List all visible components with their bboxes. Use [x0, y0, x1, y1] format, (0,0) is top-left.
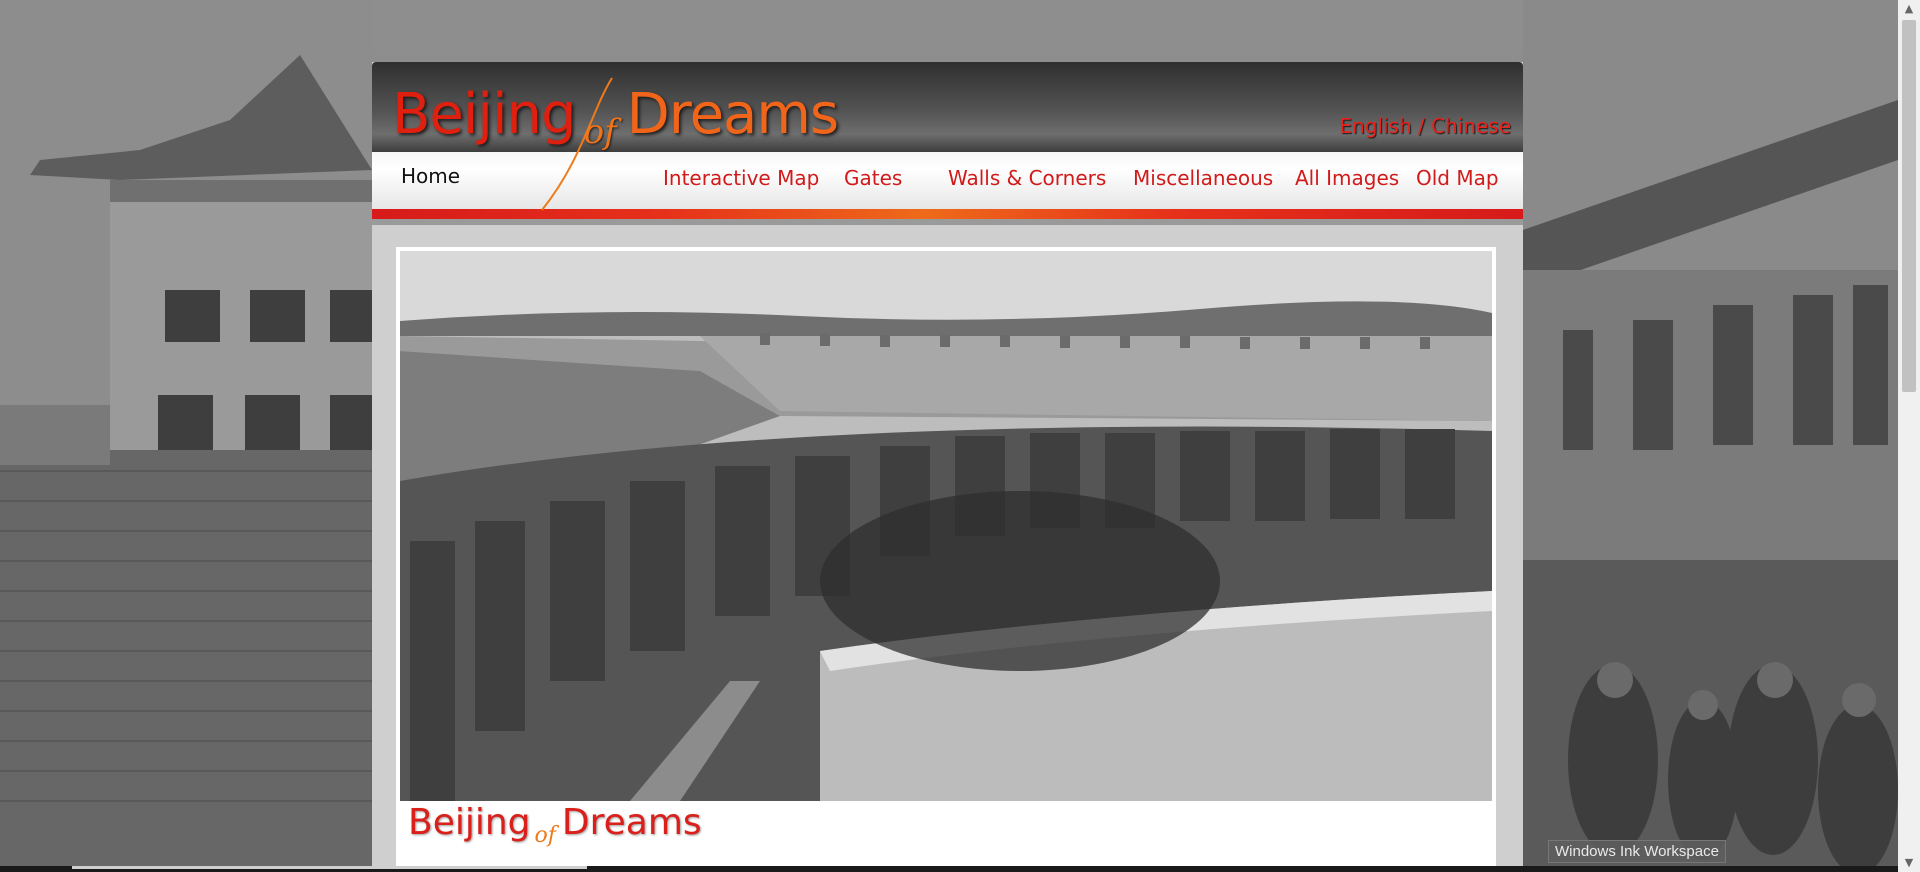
language-separator: /: [1411, 114, 1432, 138]
nav-item-old-map[interactable]: Old Map: [1416, 166, 1499, 190]
page-scrollbar[interactable]: ▲ ▼: [1898, 0, 1920, 872]
nav-accent-stripe: [372, 209, 1523, 219]
logo-word-beijing: Beijing: [392, 82, 577, 147]
site-header: Beijing of Dreams English / Chinese: [372, 62, 1523, 152]
logo-word-dreams: Dreams: [626, 82, 839, 147]
scroll-down-arrow-icon[interactable]: ▼: [1898, 854, 1920, 872]
footer-logo-word-beijing: Beijing: [408, 802, 531, 843]
logo-word-of: of: [583, 112, 617, 152]
nav-item-home[interactable]: Home: [401, 164, 460, 188]
language-chinese-link[interactable]: Chinese: [1431, 114, 1511, 138]
site-container: Beijing of Dreams English / Chinese Home I…: [372, 62, 1523, 872]
site-logo[interactable]: Beijing of Dreams: [392, 82, 839, 152]
scroll-up-arrow-icon[interactable]: ▲: [1898, 0, 1920, 18]
nav-item-interactive-map[interactable]: Interactive Map: [663, 166, 819, 190]
taskbar-highlight: [72, 866, 587, 869]
footer-logo: Beijing of Dreams: [408, 802, 702, 848]
windows-ink-tooltip: Windows Ink Workspace: [1548, 840, 1726, 863]
nav-item-gates[interactable]: Gates: [844, 166, 902, 190]
nav-item-all-images[interactable]: All Images: [1295, 166, 1399, 190]
nav-shadow: [372, 219, 1523, 225]
main-nav: Home Interactive Map Gates Walls & Corne…: [372, 152, 1523, 209]
language-switcher: English / Chinese: [1339, 114, 1511, 138]
footer-logo-word-dreams: Dreams: [561, 802, 702, 843]
scrollbar-thumb[interactable]: [1902, 20, 1916, 392]
background-photo-left: [0, 0, 372, 872]
content-panel: Beijing of Dreams: [396, 247, 1496, 872]
nav-item-walls-corners[interactable]: Walls & Corners: [948, 166, 1106, 190]
taskbar-edge: [0, 866, 1898, 872]
hero-photo-city-wall: [400, 251, 1492, 801]
background-photo-right: [1523, 0, 1898, 872]
nav-item-miscellaneous[interactable]: Miscellaneous: [1133, 166, 1273, 190]
language-english-link[interactable]: English: [1339, 114, 1411, 138]
footer-logo-word-of: of: [534, 823, 556, 848]
